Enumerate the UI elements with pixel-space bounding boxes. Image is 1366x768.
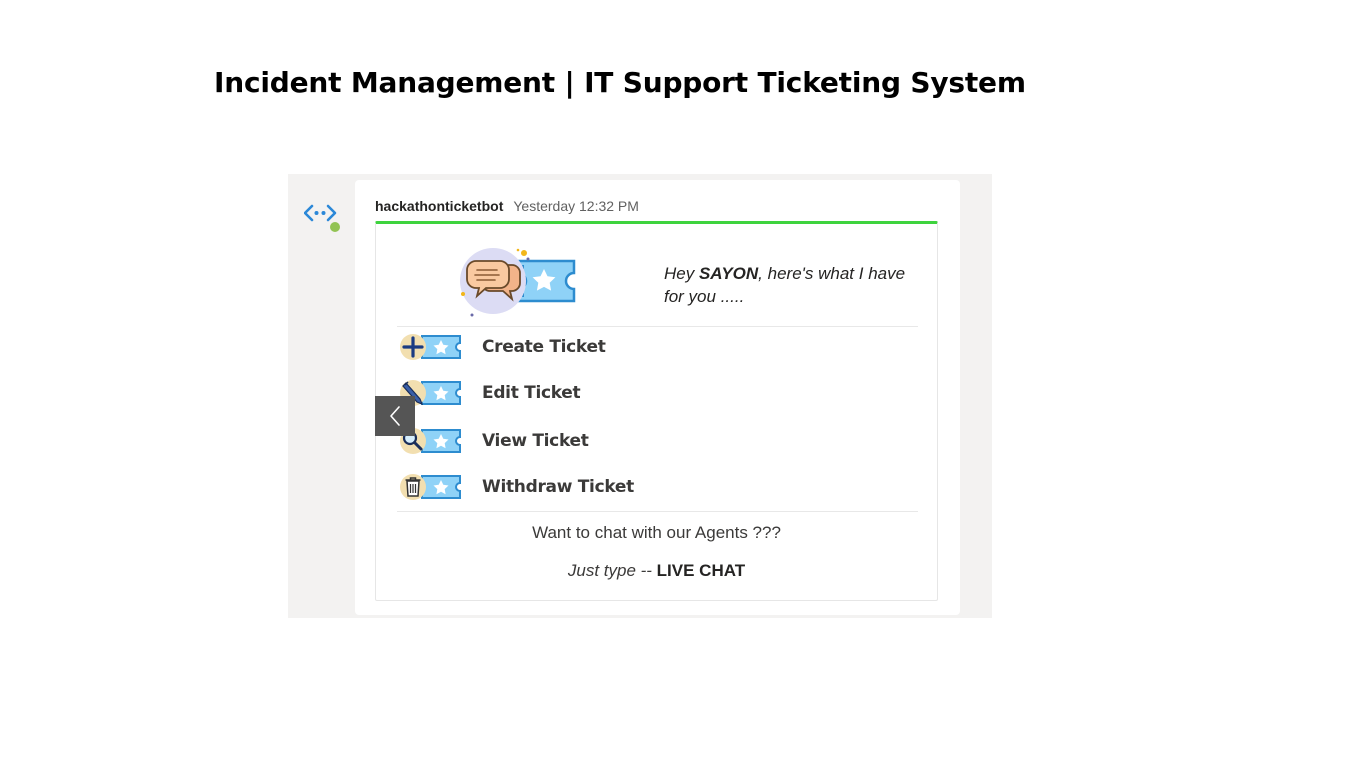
page-title: Incident Management | IT Support Ticketi…: [214, 66, 1026, 99]
view-ticket-label: View Ticket: [482, 431, 589, 451]
greeting-prefix: Hey: [664, 264, 699, 283]
sender-name[interactable]: hackathonticketbot: [375, 198, 503, 214]
greeting-text: Hey SAYON, here's what I have for you ..…: [664, 262, 924, 308]
agent-chat-prompt: Want to chat with our Agents ???: [532, 523, 781, 542]
status-available-badge: [329, 221, 341, 233]
withdraw-ticket-label: Withdraw Ticket: [482, 477, 634, 497]
divider: [397, 326, 918, 327]
edit-ticket-button[interactable]: Edit Ticket: [398, 377, 918, 409]
plus-ticket-icon: [400, 334, 461, 360]
user-name: SAYON: [698, 264, 759, 283]
bot-message: hackathonticketbot Yesterday 12:32 PM He…: [355, 180, 960, 615]
carousel-prev-button[interactable]: [375, 396, 415, 436]
create-ticket-button[interactable]: Create Ticket: [398, 331, 918, 363]
create-ticket-label: Create Ticket: [482, 337, 606, 357]
chevron-left-icon: [390, 406, 400, 426]
view-ticket-button[interactable]: View Ticket: [398, 425, 918, 457]
message-header: hackathonticketbot Yesterday 12:32 PM: [375, 198, 639, 214]
withdraw-ticket-button[interactable]: Withdraw Ticket: [398, 471, 918, 503]
hint-prefix: Just type --: [567, 561, 657, 580]
divider: [397, 511, 918, 512]
message-timestamp: Yesterday 12:32 PM: [513, 198, 639, 214]
live-chat-command: LIVE CHAT: [656, 561, 746, 580]
chat-ticket-hero-icon: [460, 248, 576, 317]
edit-ticket-label: Edit Ticket: [482, 383, 581, 403]
trash-ticket-icon: [400, 474, 461, 500]
live-chat-hint: Just type -- LIVE CHAT: [376, 561, 937, 581]
adaptive-card: Hey SAYON, here's what I have for you ..…: [375, 221, 938, 601]
